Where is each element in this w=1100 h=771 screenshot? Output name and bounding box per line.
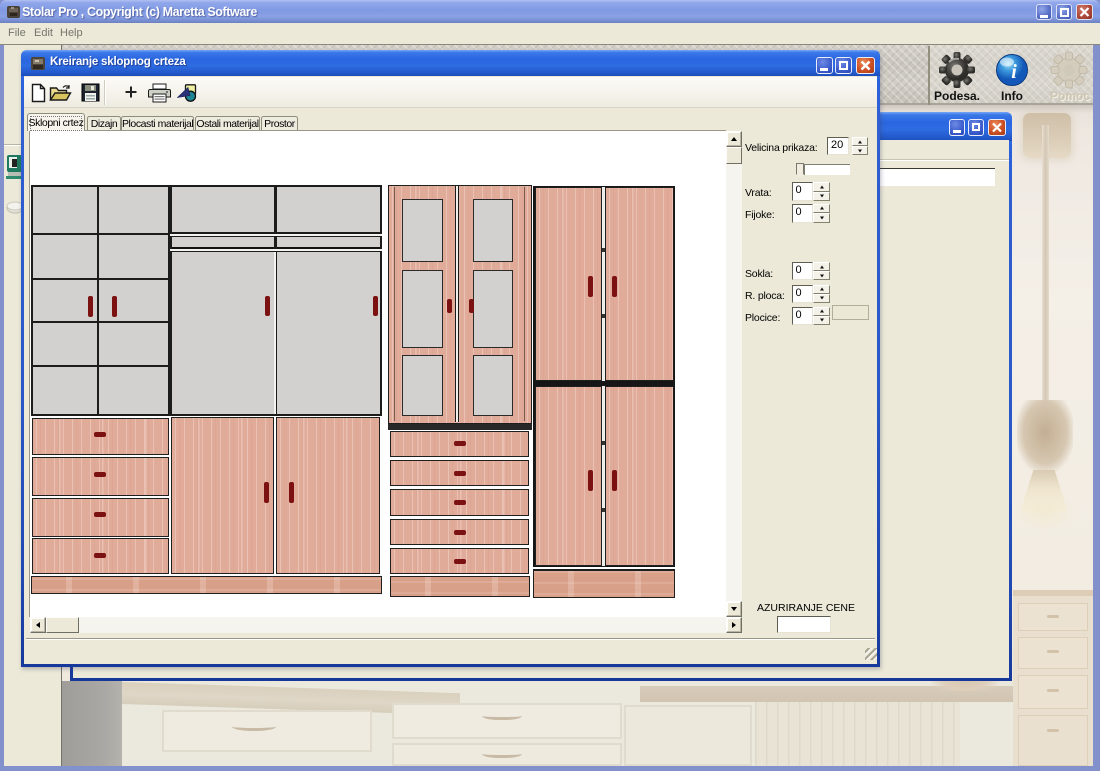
svg-text:i: i	[1011, 61, 1017, 83]
